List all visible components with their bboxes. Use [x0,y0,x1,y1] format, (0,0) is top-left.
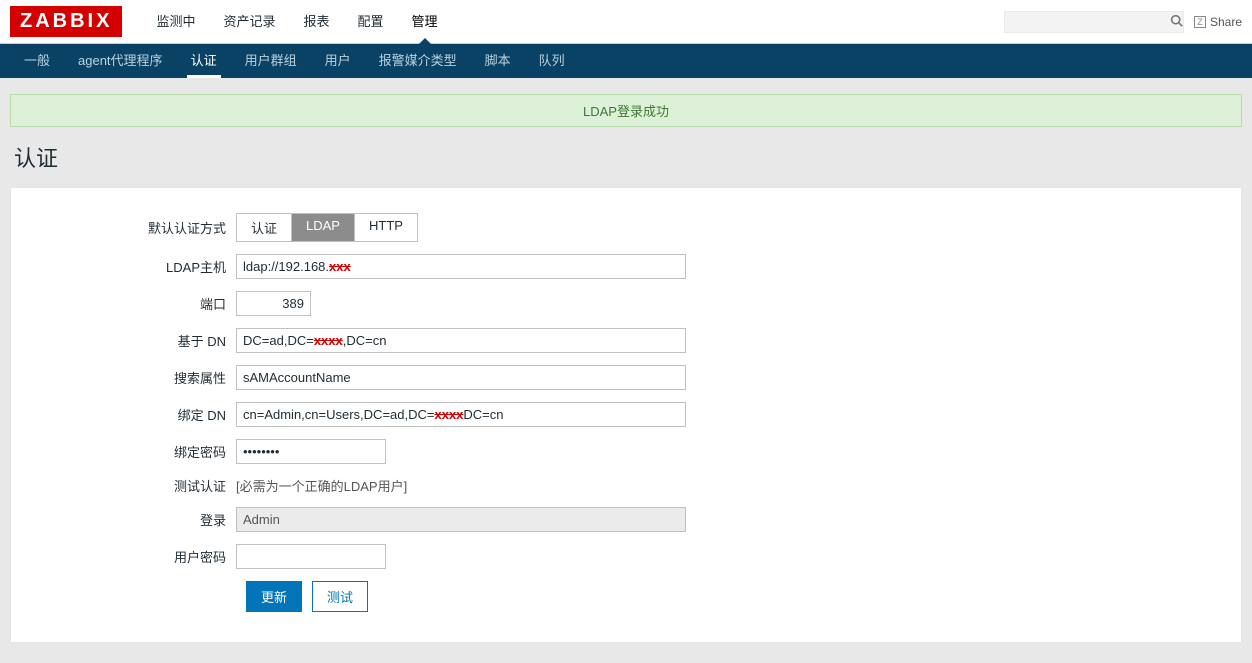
bind-dn-label: 绑定 DN [31,405,236,424]
subnav-queue[interactable]: 队列 [525,44,579,78]
bind-pwd-input[interactable] [236,439,386,464]
ldap-host-value: ldap://192.168. [243,259,329,274]
top-nav-links: 监测中 资产记录 报表 配置 管理 [142,0,1004,44]
search-icon[interactable] [1170,14,1183,30]
nav-monitoring[interactable]: 监测中 [142,0,209,44]
subnav-general[interactable]: 一般 [10,44,64,78]
sub-nav: 一般 agent代理程序 认证 用户群组 用户 报警媒介类型 脚本 队列 [0,44,1252,78]
search-input[interactable] [1011,14,1170,30]
auth-option-internal[interactable]: 认证 [237,214,292,241]
search-attr-label: 搜索属性 [31,368,236,387]
subnav-media-types[interactable]: 报警媒介类型 [365,44,471,78]
subnav-authentication[interactable]: 认证 [177,44,231,78]
button-row: 更新 测试 [31,581,1221,612]
search-attr-input[interactable] [236,365,686,390]
user-pwd-label: 用户密码 [31,547,236,566]
search-box[interactable] [1004,11,1184,33]
share-icon: Z [1194,16,1206,28]
share-label: Share [1210,15,1242,29]
base-dn-label: 基于 DN [31,331,236,350]
user-pwd-input[interactable] [236,544,386,569]
logo: ZABBIX [10,6,122,37]
port-label: 端口 [31,294,236,313]
form-card: 默认认证方式 认证 LDAP HTTP LDAP主机 ldap://192.16… [10,187,1242,643]
nav-inventory[interactable]: 资产记录 [209,0,289,44]
nav-configuration[interactable]: 配置 [344,0,398,44]
ldap-host-label: LDAP主机 [31,257,236,276]
success-message: LDAP登录成功 [10,94,1242,127]
test-auth-label: 测试认证 [31,476,236,495]
test-auth-hint: [必需为一个正确的LDAP用户] [236,476,407,495]
nav-reports[interactable]: 报表 [289,0,343,44]
subnav-proxies[interactable]: agent代理程序 [64,44,177,78]
nav-administration[interactable]: 管理 [398,0,452,44]
redacted-icon: xxxx [434,407,463,422]
content: LDAP登录成功 认证 默认认证方式 认证 LDAP HTTP LDAP主机 l… [0,78,1252,663]
redacted-icon: xxx [329,259,351,274]
login-label: 登录 [31,510,236,529]
ldap-host-input[interactable]: ldap://192.168.xxx [236,254,686,279]
bind-dn-input[interactable]: cn=Admin,cn=Users,DC=ad,DC=xxxxDC=cn [236,402,686,427]
subnav-users[interactable]: 用户 [311,44,365,78]
auth-option-ldap[interactable]: LDAP [292,214,355,241]
auth-method-label: 默认认证方式 [31,218,236,237]
base-dn-input[interactable]: DC=ad,DC=xxxx,DC=cn [236,328,686,353]
redacted-icon: xxxx [314,333,343,348]
subnav-usergroups[interactable]: 用户群组 [231,44,311,78]
top-nav: ZABBIX 监测中 资产记录 报表 配置 管理 Z Share [0,0,1252,44]
page-title: 认证 [14,141,1242,173]
auth-option-http[interactable]: HTTP [355,214,417,241]
bind-pwd-label: 绑定密码 [31,442,236,461]
subnav-scripts[interactable]: 脚本 [471,44,525,78]
login-input[interactable] [236,507,686,532]
test-button[interactable]: 测试 [312,581,368,612]
port-input[interactable] [236,291,311,316]
share-link[interactable]: Z Share [1194,15,1242,29]
auth-method-group: 认证 LDAP HTTP [236,213,418,242]
update-button[interactable]: 更新 [246,581,302,612]
